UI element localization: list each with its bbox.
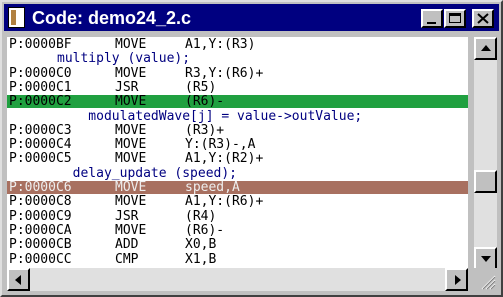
operand-text: X1,B bbox=[185, 251, 217, 267]
source-line[interactable]: modulatedWave[j] = value->outValue; bbox=[7, 110, 468, 123]
opcode-text: MOVE bbox=[115, 137, 147, 153]
code-line[interactable]: P:0000C1 JSR (R5) bbox=[7, 81, 468, 94]
document-icon bbox=[8, 7, 25, 28]
address-text: P:0000C6 bbox=[9, 180, 72, 195]
code-line[interactable]: P:0000C5 MOVE A1,Y:(R2)+ bbox=[7, 152, 468, 165]
vertical-scrollbar[interactable] bbox=[474, 37, 497, 270]
horizontal-scrollbar[interactable] bbox=[7, 268, 468, 291]
opcode-text: JSR bbox=[115, 79, 139, 95]
address-text: P:0000C1 bbox=[9, 79, 72, 95]
operand-text: (R4) bbox=[185, 208, 217, 224]
scroll-left-button[interactable] bbox=[7, 268, 30, 291]
source-text: multiply (value); bbox=[57, 51, 191, 67]
scroll-down-button[interactable] bbox=[474, 247, 497, 270]
operand-text: (R6)- bbox=[185, 222, 225, 238]
opcode-text: MOVE bbox=[115, 122, 147, 138]
operand-text: R3,Y:(R6)+ bbox=[185, 65, 264, 81]
close-icon bbox=[477, 13, 489, 24]
size-grip-icon bbox=[481, 275, 496, 290]
address-text: P:0000CA bbox=[9, 222, 72, 238]
scroll-up-button[interactable] bbox=[474, 37, 497, 60]
operand-text: A1,Y:(R2)+ bbox=[185, 151, 264, 167]
address-text: P:0000CC bbox=[9, 251, 72, 267]
opcode-text: ADD bbox=[115, 237, 139, 253]
code-line[interactable]: P:0000C8 MOVE A1,Y:(R6)+ bbox=[7, 195, 468, 208]
opcode-text: MOVE bbox=[115, 194, 147, 210]
opcode-text: MOVE bbox=[115, 37, 147, 52]
maximize-icon bbox=[449, 13, 461, 23]
code-line[interactable]: P:0000CB ADD X0,B bbox=[7, 238, 468, 251]
code-line[interactable]: P:0000CA MOVE (R6)- bbox=[7, 224, 468, 237]
source-line[interactable]: multiply (value); bbox=[7, 52, 468, 65]
minimize-button[interactable] bbox=[421, 9, 443, 28]
source-text: modulatedWave[j] = value->outValue; bbox=[57, 108, 363, 124]
address-text: P:0000C9 bbox=[9, 208, 72, 224]
scroll-down-icon bbox=[481, 256, 491, 262]
code-line[interactable]: P:0000BF MOVE A1,Y:(R3) bbox=[7, 38, 468, 51]
operand-text: A1,Y:(R3) bbox=[185, 37, 256, 52]
operand-text: speed,A bbox=[185, 180, 240, 195]
operand-text: X0,B bbox=[185, 237, 217, 253]
code-line[interactable]: P:0000C4 MOVE Y:(R3)-,A bbox=[7, 138, 468, 151]
window-title: Code: demo24_2.c bbox=[32, 8, 192, 28]
opcode-text: MOVE bbox=[115, 222, 147, 238]
title-bar[interactable]: Code: demo24_2.c bbox=[4, 4, 499, 31]
size-grip[interactable] bbox=[474, 268, 497, 291]
operand-text: (R6)- bbox=[185, 94, 225, 110]
address-text: P:0000C5 bbox=[9, 151, 72, 167]
code-line[interactable]: P:0000C3 MOVE (R3)+ bbox=[7, 124, 468, 137]
address-text: P:0000CB bbox=[9, 237, 72, 253]
code-line[interactable]: P:0000C0 MOVE R3,Y:(R6)+ bbox=[7, 67, 468, 80]
maximize-button[interactable] bbox=[444, 9, 466, 28]
code-line[interactable]: P:0000C6 MOVE speed,A bbox=[7, 181, 468, 194]
scroll-right-icon bbox=[455, 275, 461, 285]
operand-text: A1,Y:(R6)+ bbox=[185, 194, 264, 210]
opcode-text: MOVE bbox=[115, 180, 147, 195]
opcode-text: MOVE bbox=[115, 65, 147, 81]
opcode-text: MOVE bbox=[115, 151, 147, 167]
address-text: P:0000C3 bbox=[9, 122, 72, 138]
operand-text: (R3)+ bbox=[185, 122, 225, 138]
scroll-up-icon bbox=[481, 45, 491, 51]
operand-text: (R5) bbox=[185, 79, 217, 95]
address-text: P:0000C8 bbox=[9, 194, 72, 210]
code-line[interactable]: P:0000C9 JSR (R4) bbox=[7, 210, 468, 223]
close-button[interactable] bbox=[472, 9, 494, 28]
source-text: delay_update (speed); bbox=[57, 165, 238, 181]
minimize-icon bbox=[427, 22, 436, 24]
opcode-text: MOVE bbox=[115, 94, 147, 110]
address-text: P:0000C2 bbox=[9, 94, 72, 110]
address-text: P:0000BF bbox=[9, 37, 72, 52]
scroll-thumb[interactable] bbox=[474, 170, 497, 193]
address-text: P:0000C0 bbox=[9, 65, 72, 81]
opcode-text: JSR bbox=[115, 208, 139, 224]
code-line[interactable]: P:0000C2 MOVE (R6)- bbox=[7, 94, 468, 110]
address-text: P:0000C4 bbox=[9, 137, 72, 153]
scroll-left-icon bbox=[15, 275, 21, 285]
code-window: Code: demo24_2.c P:0000BF MOVE A1,Y:(R3) mu… bbox=[0, 0, 503, 297]
operand-text: Y:(R3)-,A bbox=[185, 137, 256, 153]
opcode-text: CMP bbox=[115, 251, 139, 267]
source-line[interactable]: delay_update (speed); bbox=[7, 167, 468, 180]
code-line[interactable]: P:0000CC CMP X1,B bbox=[7, 253, 468, 266]
scroll-right-button[interactable] bbox=[445, 268, 468, 291]
code-listing[interactable]: P:0000BF MOVE A1,Y:(R3) multiply (value); P:… bbox=[7, 37, 468, 270]
